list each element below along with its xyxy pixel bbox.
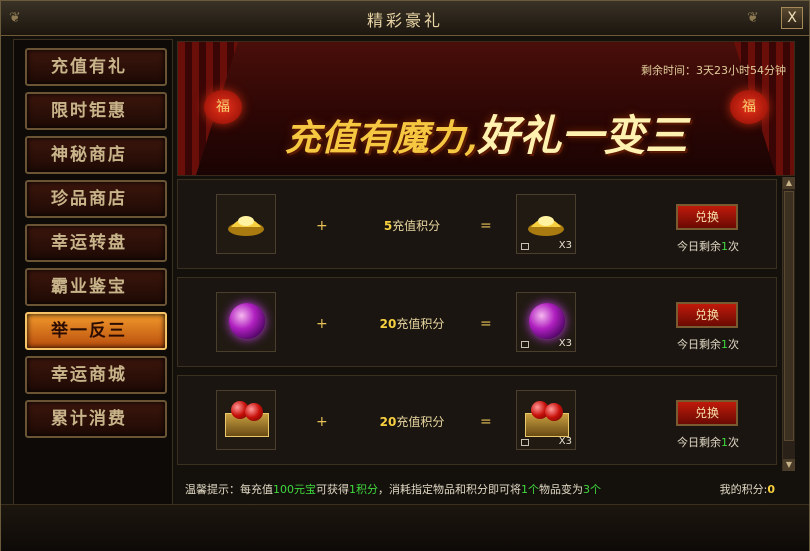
banner-slogan: 充值有魔力,好礼一变三 [178, 102, 794, 163]
equals-sign: = [480, 316, 492, 332]
result-item-slot[interactable]: X3 [516, 292, 576, 352]
remaining-time: 剩余时间：3天23小时54分钟 [641, 62, 786, 78]
scroll-thumb[interactable] [784, 191, 794, 441]
event-banner: 福 福 剩余时间：3天23小时54分钟 充值有魔力,好礼一变三 [177, 41, 795, 176]
scroll-up-icon[interactable]: ▲ [783, 177, 795, 189]
exchange-row: + 20充值积分 = X3 兑换 今日剩余1次 [177, 375, 777, 465]
exchange-row: + 20充值积分 = X3 兑换 今日剩余1次 [177, 277, 777, 367]
sidebar-item-one-to-three[interactable]: 举一反三 [25, 312, 167, 350]
close-button[interactable]: X [781, 7, 803, 29]
sidebar-item-treasure-shop[interactable]: 珍品商店 [25, 180, 167, 218]
sidebar-item-lucky-wheel[interactable]: 幸运转盘 [25, 224, 167, 262]
result-item-slot[interactable]: X3 [516, 390, 576, 450]
plus-sign: + [316, 414, 328, 430]
timer-value: 3天23小时54分钟 [696, 64, 786, 77]
list-scrollbar[interactable]: ▲ ▼ [782, 177, 795, 471]
plus-sign: + [316, 316, 328, 332]
gift-window: ❦ 精彩豪礼 ❦ X 充值有礼 限时钜惠 神秘商店 珍品商店 幸运转盘 霸业鉴宝… [0, 0, 810, 551]
input-item-slot[interactable] [216, 194, 276, 254]
sidebar-item-limited-deal[interactable]: 限时钜惠 [25, 92, 167, 130]
gold-ingot-icon [528, 216, 564, 236]
purple-orb-icon [229, 303, 265, 339]
exchange-list: + 5充值积分 = X3 兑换 今日剩余1次 + 20充值积分 = X3 兑换 … [177, 177, 793, 471]
red-gem-icon [245, 403, 263, 421]
exchange-button[interactable]: 兑换 [676, 204, 738, 230]
equals-sign: = [480, 414, 492, 430]
title-bar: ❦ 精彩豪礼 ❦ X [1, 1, 809, 36]
points-cost: 5充值积分 [383, 219, 441, 233]
result-item-slot[interactable]: X3 [516, 194, 576, 254]
exchange-button[interactable]: 兑换 [676, 302, 738, 328]
result-count: X3 [558, 338, 572, 349]
bound-lock-icon [521, 439, 529, 446]
exchange-button[interactable]: 兑换 [676, 400, 738, 426]
remaining-times: 今日剩余1次 [677, 436, 739, 449]
sidebar-item-total-spend[interactable]: 累计消费 [25, 400, 167, 438]
purple-orb-icon [529, 303, 565, 339]
sidebar-item-mystery-shop[interactable]: 神秘商店 [25, 136, 167, 174]
my-points: 我的积分:0 [719, 483, 775, 496]
bound-lock-icon [521, 243, 529, 250]
gold-ingot-icon [228, 216, 264, 236]
slogan-part-1: 充值有魔力, [284, 117, 478, 159]
tip-text: 温馨提示：每充值100元宝可获得1积分，消耗指定物品和积分即可将1个物品变为3个 [185, 483, 601, 496]
window-title: 精彩豪礼 [366, 11, 443, 30]
sidebar-item-recharge-gift[interactable]: 充值有礼 [25, 48, 167, 86]
timer-label: 剩余时间： [641, 64, 696, 77]
input-item-slot[interactable] [216, 292, 276, 352]
slogan-part-2: 好礼一变三 [477, 111, 688, 160]
points-cost: 20充值积分 [379, 317, 445, 331]
bottom-frame [1, 504, 809, 551]
footer: 温馨提示：每充值100元宝可获得1积分，消耗指定物品和积分即可将1个物品变为3个… [177, 477, 793, 499]
sidebar: 充值有礼 限时钜惠 神秘商店 珍品商店 幸运转盘 霸业鉴宝 举一反三 幸运商城 … [13, 39, 173, 543]
sidebar-item-appraisal[interactable]: 霸业鉴宝 [25, 268, 167, 306]
input-item-slot[interactable] [216, 390, 276, 450]
plus-sign: + [316, 218, 328, 234]
exchange-row: + 5充值积分 = X3 兑换 今日剩余1次 [177, 179, 777, 269]
remaining-times: 今日剩余1次 [677, 338, 739, 351]
equals-sign: = [480, 218, 492, 234]
red-gem-icon [545, 403, 563, 421]
result-count: X3 [558, 436, 572, 447]
bound-lock-icon [521, 341, 529, 348]
result-count: X3 [558, 240, 572, 251]
points-cost: 20充值积分 [379, 415, 445, 429]
scroll-down-icon[interactable]: ▼ [783, 459, 795, 471]
remaining-times: 今日剩余1次 [677, 240, 739, 253]
sidebar-item-lucky-mall[interactable]: 幸运商城 [25, 356, 167, 394]
ornament-right-icon: ❦ [747, 10, 759, 26]
